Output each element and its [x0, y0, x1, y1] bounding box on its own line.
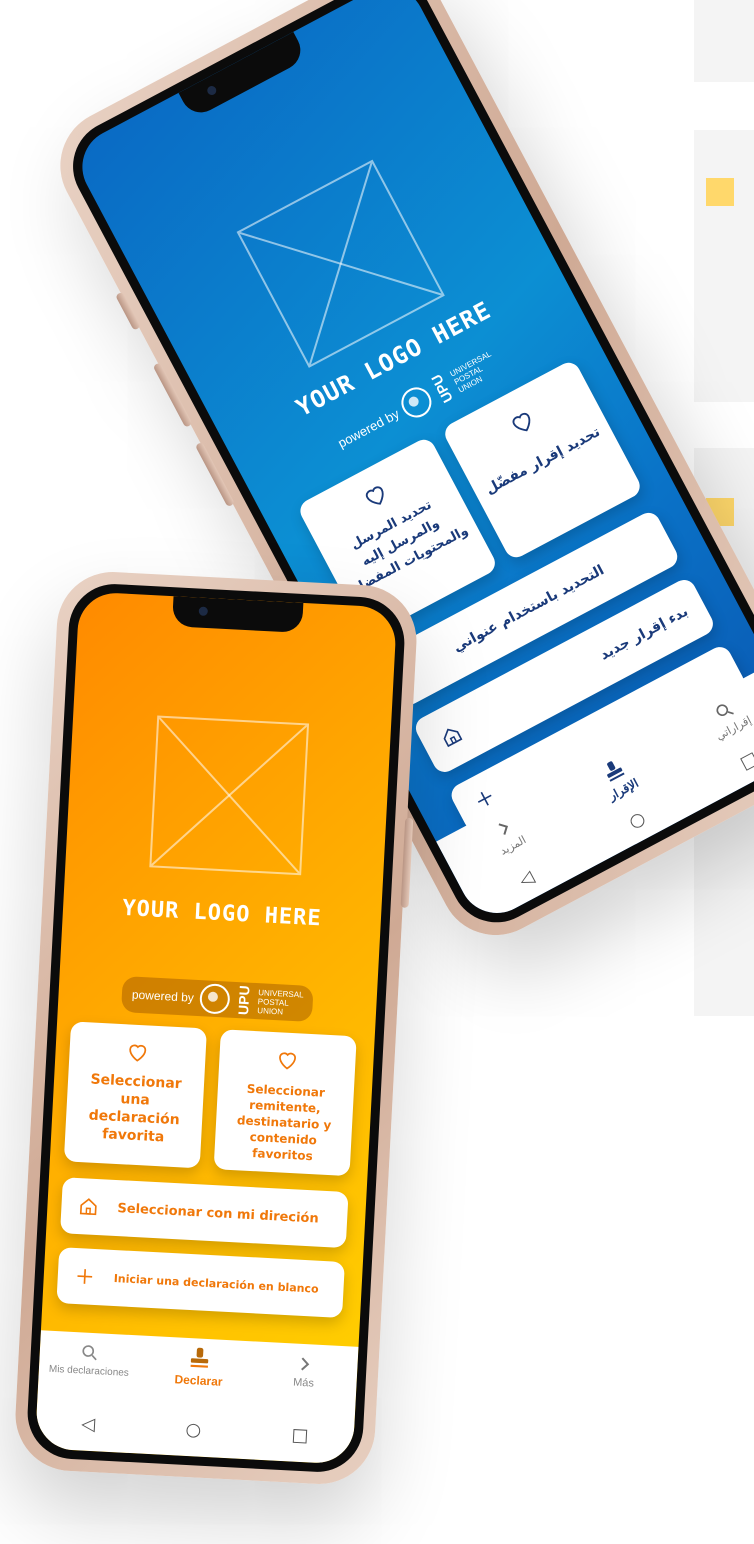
camera-icon	[198, 606, 209, 616]
notch	[178, 31, 308, 120]
home-icon	[443, 728, 463, 748]
camera-icon	[205, 84, 218, 97]
promo-stage: YOUR LOGO HERE powered by UPU UNIVERSAL P…	[0, 0, 754, 1544]
card-label: تحديد إقرار مفضّل	[483, 423, 603, 498]
back-icon[interactable]: ◁	[81, 1414, 96, 1436]
home-circle-icon[interactable]: ○	[625, 807, 649, 833]
plus-icon	[77, 1269, 93, 1284]
select-with-my-address-button[interactable]: Seleccionar con mi direción	[60, 1177, 349, 1249]
upu-name: UNIVERSAL POSTAL UNION	[257, 987, 304, 1016]
yellow-bullet	[706, 178, 734, 206]
stamp-icon	[190, 1347, 209, 1368]
logo-text: YOUR LOGO HERE	[121, 895, 323, 932]
heart-icon	[279, 1052, 296, 1070]
card-label: Seleccionar remitente, destinatario y co…	[236, 1081, 332, 1164]
heart-icon	[129, 1044, 147, 1062]
powered-by-label: powered by	[335, 405, 402, 451]
logo-placeholder	[149, 715, 310, 876]
app-screen: YOUR LOGO HERE powered by UPU UNIVERSAL P…	[34, 591, 398, 1465]
phone-orange: YOUR LOGO HERE powered by UPU UNIVERSAL P…	[12, 569, 420, 1487]
image-placeholder-icon	[151, 717, 307, 874]
home-circle-icon[interactable]: ○	[185, 1419, 202, 1441]
card-label: Seleccionar una declaración favorita	[88, 1071, 183, 1146]
back-icon[interactable]: ◁	[515, 867, 537, 892]
button-label: Iniciar una declaración en blanco	[113, 1271, 319, 1296]
select-favorite-contacts-card[interactable]: Seleccionar remitente, destinatario y co…	[213, 1029, 357, 1177]
nav-my-declarations[interactable]: Mis declaraciones	[39, 1340, 141, 1379]
button-label: بدء إقرار جديد	[597, 603, 691, 664]
power-button	[400, 817, 414, 908]
nav-declare[interactable]: Declarar	[148, 1342, 250, 1390]
recents-icon[interactable]: □	[291, 1425, 309, 1447]
start-blank-declaration-button[interactable]: Iniciar una declaración en blanco	[56, 1247, 345, 1318]
search-icon	[82, 1345, 97, 1361]
upu-emblem-icon	[396, 382, 437, 423]
upu-name: UNIVERSAL POSTAL UNION	[448, 348, 493, 395]
nav-label: Declarar	[174, 1372, 223, 1389]
upu-emblem-icon	[199, 983, 231, 1015]
chevron-right-icon	[301, 1357, 310, 1371]
nav-more[interactable]: Más	[258, 1352, 350, 1392]
bg-panel	[694, 0, 754, 82]
notch	[171, 596, 304, 633]
phone-bezel: YOUR LOGO HERE powered by UPU UNIVERSAL P…	[25, 581, 407, 1475]
nav-label: Más	[292, 1376, 315, 1390]
system-nav: ◁ ○ □	[36, 1411, 355, 1449]
button-label: Seleccionar con mi direción	[117, 1200, 320, 1227]
bg-panel	[694, 130, 754, 402]
recents-icon[interactable]: □	[737, 747, 754, 774]
select-favorite-declaration-card[interactable]: Seleccionar una declaración favorita	[63, 1021, 207, 1169]
upu-letters: UPU	[235, 985, 253, 1016]
home-icon	[79, 1198, 97, 1216]
powered-by-label: powered by	[131, 987, 195, 1005]
powered-by: powered by UPU UNIVERSAL POSTAL UNION	[121, 976, 315, 1023]
bottom-nav: Mis declaraciones Declarar Más ◁ ○ □	[34, 1330, 359, 1465]
nav-label: Mis declaraciones	[48, 1363, 130, 1379]
